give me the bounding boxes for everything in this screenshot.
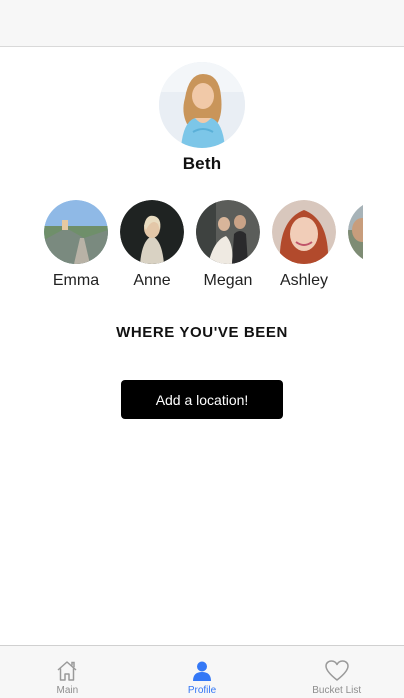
section-title: WHERE YOU'VE BEEN bbox=[116, 324, 288, 341]
friend-avatar bbox=[196, 200, 260, 264]
tab-label: Main bbox=[56, 685, 79, 696]
friend-name: Megan bbox=[203, 272, 253, 289]
friend-item-megan[interactable]: Megan bbox=[195, 200, 261, 290]
friend-name: Ashley bbox=[279, 272, 329, 289]
friend-avatar bbox=[120, 200, 184, 264]
tab-main[interactable]: Main bbox=[0, 646, 135, 698]
profile-name: Beth bbox=[182, 154, 222, 173]
friends-row: Emma Anne Megan Ashley bbox=[43, 200, 363, 290]
navigation-bar bbox=[0, 0, 404, 47]
friend-avatar bbox=[272, 200, 336, 264]
friend-avatar bbox=[44, 200, 108, 264]
tab-bucket-list[interactable]: Bucket List bbox=[269, 646, 404, 698]
friends-carousel[interactable]: Emma Anne Megan Ashley bbox=[43, 200, 363, 300]
friend-avatar bbox=[348, 200, 363, 264]
tab-label: Bucket List bbox=[312, 685, 362, 696]
profile-header: Beth bbox=[0, 62, 404, 174]
tab-label: Profile bbox=[187, 685, 217, 696]
profile-avatar[interactable] bbox=[159, 62, 245, 148]
friend-item-anne[interactable]: Anne bbox=[119, 200, 185, 290]
friend-item-partial[interactable]: I bbox=[347, 200, 363, 290]
friend-item-emma[interactable]: Emma bbox=[43, 200, 109, 290]
tab-profile[interactable]: Profile bbox=[135, 646, 270, 698]
friend-name: Anne bbox=[133, 272, 171, 289]
person-icon bbox=[193, 661, 211, 681]
friend-name: Emma bbox=[52, 272, 100, 289]
heart-icon bbox=[324, 660, 349, 681]
tab-bar: Main Profile Bucket List bbox=[0, 645, 404, 698]
home-icon bbox=[57, 661, 77, 681]
add-location-button[interactable]: Add a location! bbox=[121, 380, 283, 419]
friend-item-ashley[interactable]: Ashley bbox=[271, 200, 337, 290]
